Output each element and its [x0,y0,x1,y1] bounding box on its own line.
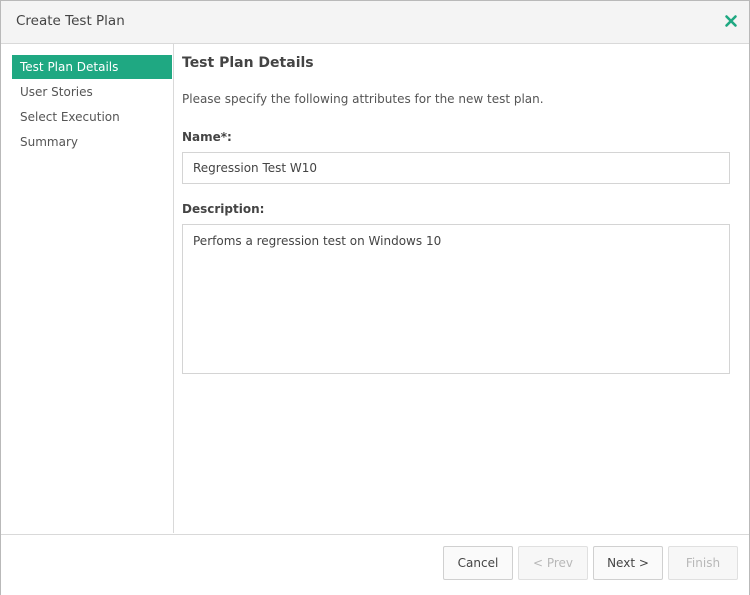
step-label: Summary [20,135,78,149]
step-label: User Stories [20,85,93,99]
section-title: Test Plan Details [182,55,314,71]
description-field[interactable]: Perfoms a regression test on Windows 10 [182,224,730,374]
create-test-plan-dialog: Create Test Plan Test Plan Details User … [0,0,750,595]
prev-button[interactable]: < Prev [518,546,588,580]
step-user-stories[interactable]: User Stories [12,80,172,104]
wizard-steps-sidebar: Test Plan Details User Stories Select Ex… [1,44,174,533]
finish-button[interactable]: Finish [668,546,738,580]
name-label: Name*: [182,130,232,144]
step-test-plan-details[interactable]: Test Plan Details [12,55,172,79]
close-icon[interactable] [724,13,738,27]
dialog-title: Create Test Plan [16,13,125,29]
dialog-footer: Cancel < Prev Next > Finish [1,534,749,595]
dialog-header: Create Test Plan [1,1,749,44]
next-button[interactable]: Next > [593,546,663,580]
name-field[interactable] [182,152,730,184]
description-label: Description: [182,202,265,216]
step-summary[interactable]: Summary [12,130,172,154]
step-select-execution[interactable]: Select Execution [12,105,172,129]
intro-text: Please specify the following attributes … [182,92,544,106]
step-label: Select Execution [20,110,120,124]
step-content: Test Plan Details Please specify the fol… [174,44,749,533]
step-label: Test Plan Details [20,60,119,74]
cancel-button[interactable]: Cancel [443,546,513,580]
